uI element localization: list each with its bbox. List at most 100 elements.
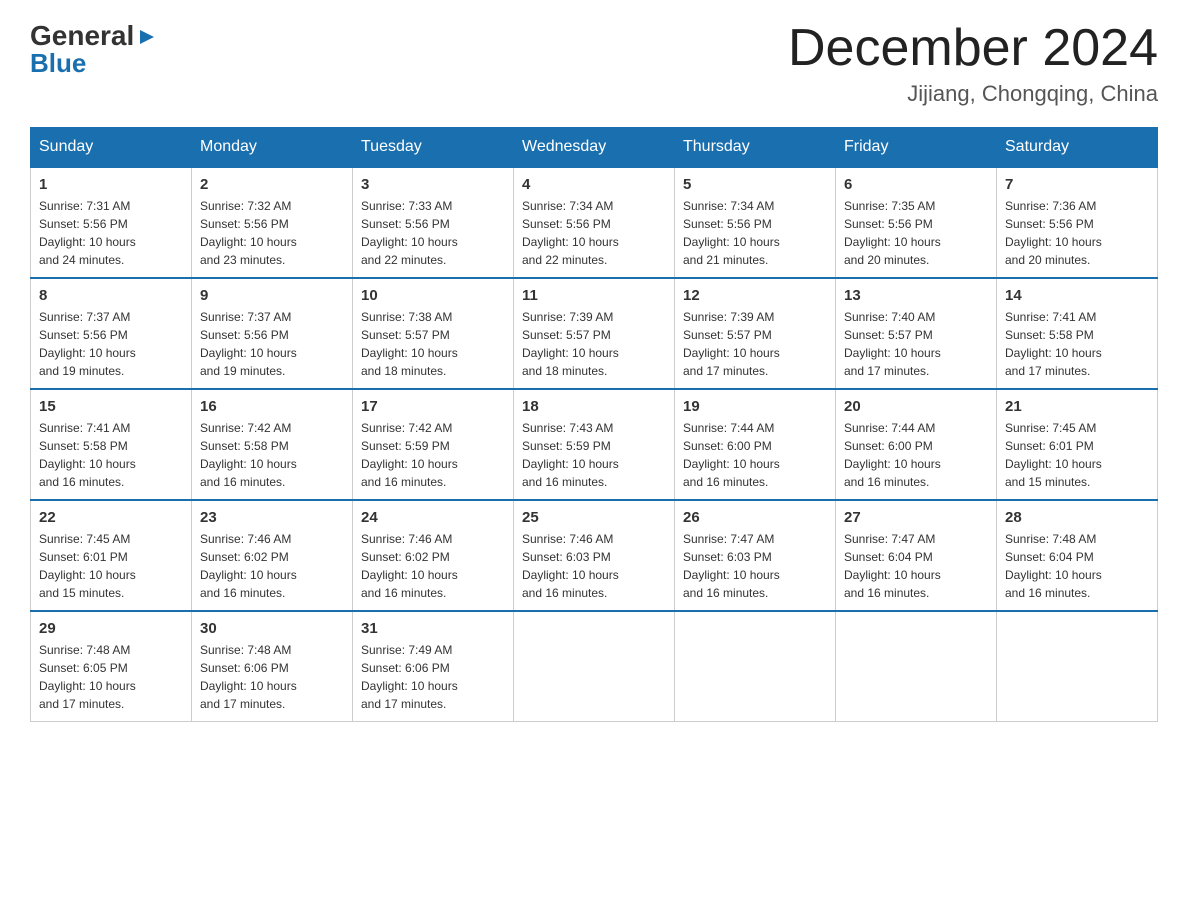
day-number: 29	[39, 620, 183, 637]
day-info: Sunrise: 7:46 AMSunset: 6:02 PMDaylight:…	[200, 532, 297, 600]
day-number: 23	[200, 509, 344, 526]
calendar-cell: 2 Sunrise: 7:32 AMSunset: 5:56 PMDayligh…	[192, 167, 353, 278]
calendar-cell: 18 Sunrise: 7:43 AMSunset: 5:59 PMDaylig…	[514, 389, 675, 500]
col-sunday: Sunday	[31, 128, 192, 168]
day-number: 26	[683, 509, 827, 526]
calendar-cell: 24 Sunrise: 7:46 AMSunset: 6:02 PMDaylig…	[353, 500, 514, 611]
day-info: Sunrise: 7:34 AMSunset: 5:56 PMDaylight:…	[522, 199, 619, 267]
day-number: 7	[1005, 176, 1149, 193]
col-thursday: Thursday	[675, 128, 836, 168]
page-header: General Blue December 2024 Jijiang, Chon…	[30, 20, 1158, 107]
day-info: Sunrise: 7:36 AMSunset: 5:56 PMDaylight:…	[1005, 199, 1102, 267]
calendar-cell	[836, 611, 997, 722]
calendar-cell: 14 Sunrise: 7:41 AMSunset: 5:58 PMDaylig…	[997, 278, 1158, 389]
calendar-cell: 12 Sunrise: 7:39 AMSunset: 5:57 PMDaylig…	[675, 278, 836, 389]
day-number: 5	[683, 176, 827, 193]
day-info: Sunrise: 7:41 AMSunset: 5:58 PMDaylight:…	[39, 421, 136, 489]
day-info: Sunrise: 7:39 AMSunset: 5:57 PMDaylight:…	[683, 310, 780, 378]
calendar-week-3: 15 Sunrise: 7:41 AMSunset: 5:58 PMDaylig…	[31, 389, 1158, 500]
calendar-cell: 7 Sunrise: 7:36 AMSunset: 5:56 PMDayligh…	[997, 167, 1158, 278]
calendar-cell: 4 Sunrise: 7:34 AMSunset: 5:56 PMDayligh…	[514, 167, 675, 278]
day-number: 25	[522, 509, 666, 526]
day-number: 28	[1005, 509, 1149, 526]
calendar-cell: 10 Sunrise: 7:38 AMSunset: 5:57 PMDaylig…	[353, 278, 514, 389]
day-number: 8	[39, 287, 183, 304]
calendar-month-year: December 2024	[788, 20, 1158, 77]
calendar-location: Jijiang, Chongqing, China	[788, 81, 1158, 107]
calendar-cell: 20 Sunrise: 7:44 AMSunset: 6:00 PMDaylig…	[836, 389, 997, 500]
col-monday: Monday	[192, 128, 353, 168]
calendar-cell	[997, 611, 1158, 722]
logo-arrow-icon	[136, 26, 158, 48]
day-number: 6	[844, 176, 988, 193]
day-info: Sunrise: 7:48 AMSunset: 6:06 PMDaylight:…	[200, 643, 297, 711]
calendar-cell: 25 Sunrise: 7:46 AMSunset: 6:03 PMDaylig…	[514, 500, 675, 611]
calendar-cell: 16 Sunrise: 7:42 AMSunset: 5:58 PMDaylig…	[192, 389, 353, 500]
day-info: Sunrise: 7:42 AMSunset: 5:59 PMDaylight:…	[361, 421, 458, 489]
calendar-cell: 30 Sunrise: 7:48 AMSunset: 6:06 PMDaylig…	[192, 611, 353, 722]
day-number: 17	[361, 398, 505, 415]
calendar-cell: 17 Sunrise: 7:42 AMSunset: 5:59 PMDaylig…	[353, 389, 514, 500]
calendar-cell: 21 Sunrise: 7:45 AMSunset: 6:01 PMDaylig…	[997, 389, 1158, 500]
day-number: 4	[522, 176, 666, 193]
calendar-cell: 13 Sunrise: 7:40 AMSunset: 5:57 PMDaylig…	[836, 278, 997, 389]
day-info: Sunrise: 7:37 AMSunset: 5:56 PMDaylight:…	[39, 310, 136, 378]
day-info: Sunrise: 7:44 AMSunset: 6:00 PMDaylight:…	[844, 421, 941, 489]
calendar-week-2: 8 Sunrise: 7:37 AMSunset: 5:56 PMDayligh…	[31, 278, 1158, 389]
col-tuesday: Tuesday	[353, 128, 514, 168]
day-info: Sunrise: 7:37 AMSunset: 5:56 PMDaylight:…	[200, 310, 297, 378]
day-number: 10	[361, 287, 505, 304]
col-wednesday: Wednesday	[514, 128, 675, 168]
calendar-cell: 11 Sunrise: 7:39 AMSunset: 5:57 PMDaylig…	[514, 278, 675, 389]
calendar-cell: 27 Sunrise: 7:47 AMSunset: 6:04 PMDaylig…	[836, 500, 997, 611]
day-number: 12	[683, 287, 827, 304]
calendar-cell	[514, 611, 675, 722]
day-info: Sunrise: 7:41 AMSunset: 5:58 PMDaylight:…	[1005, 310, 1102, 378]
day-info: Sunrise: 7:44 AMSunset: 6:00 PMDaylight:…	[683, 421, 780, 489]
day-number: 19	[683, 398, 827, 415]
day-number: 1	[39, 176, 183, 193]
day-info: Sunrise: 7:43 AMSunset: 5:59 PMDaylight:…	[522, 421, 619, 489]
calendar-cell: 19 Sunrise: 7:44 AMSunset: 6:00 PMDaylig…	[675, 389, 836, 500]
day-number: 14	[1005, 287, 1149, 304]
calendar-cell: 15 Sunrise: 7:41 AMSunset: 5:58 PMDaylig…	[31, 389, 192, 500]
calendar-title-block: December 2024 Jijiang, Chongqing, China	[788, 20, 1158, 107]
calendar-cell: 6 Sunrise: 7:35 AMSunset: 5:56 PMDayligh…	[836, 167, 997, 278]
calendar-week-5: 29 Sunrise: 7:48 AMSunset: 6:05 PMDaylig…	[31, 611, 1158, 722]
calendar-week-4: 22 Sunrise: 7:45 AMSunset: 6:01 PMDaylig…	[31, 500, 1158, 611]
day-info: Sunrise: 7:34 AMSunset: 5:56 PMDaylight:…	[683, 199, 780, 267]
calendar-week-1: 1 Sunrise: 7:31 AMSunset: 5:56 PMDayligh…	[31, 167, 1158, 278]
calendar-header-row: Sunday Monday Tuesday Wednesday Thursday…	[31, 128, 1158, 168]
day-number: 31	[361, 620, 505, 637]
day-info: Sunrise: 7:42 AMSunset: 5:58 PMDaylight:…	[200, 421, 297, 489]
calendar-table: Sunday Monday Tuesday Wednesday Thursday…	[30, 127, 1158, 722]
calendar-cell: 23 Sunrise: 7:46 AMSunset: 6:02 PMDaylig…	[192, 500, 353, 611]
calendar-cell: 28 Sunrise: 7:48 AMSunset: 6:04 PMDaylig…	[997, 500, 1158, 611]
day-info: Sunrise: 7:38 AMSunset: 5:57 PMDaylight:…	[361, 310, 458, 378]
calendar-cell: 26 Sunrise: 7:47 AMSunset: 6:03 PMDaylig…	[675, 500, 836, 611]
day-info: Sunrise: 7:45 AMSunset: 6:01 PMDaylight:…	[1005, 421, 1102, 489]
day-number: 18	[522, 398, 666, 415]
day-number: 2	[200, 176, 344, 193]
calendar-cell: 1 Sunrise: 7:31 AMSunset: 5:56 PMDayligh…	[31, 167, 192, 278]
day-info: Sunrise: 7:47 AMSunset: 6:03 PMDaylight:…	[683, 532, 780, 600]
day-info: Sunrise: 7:46 AMSunset: 6:03 PMDaylight:…	[522, 532, 619, 600]
day-info: Sunrise: 7:32 AMSunset: 5:56 PMDaylight:…	[200, 199, 297, 267]
day-number: 15	[39, 398, 183, 415]
day-info: Sunrise: 7:49 AMSunset: 6:06 PMDaylight:…	[361, 643, 458, 711]
calendar-cell: 31 Sunrise: 7:49 AMSunset: 6:06 PMDaylig…	[353, 611, 514, 722]
col-friday: Friday	[836, 128, 997, 168]
col-saturday: Saturday	[997, 128, 1158, 168]
day-number: 22	[39, 509, 183, 526]
day-number: 21	[1005, 398, 1149, 415]
day-info: Sunrise: 7:39 AMSunset: 5:57 PMDaylight:…	[522, 310, 619, 378]
day-number: 9	[200, 287, 344, 304]
day-number: 20	[844, 398, 988, 415]
day-info: Sunrise: 7:31 AMSunset: 5:56 PMDaylight:…	[39, 199, 136, 267]
day-info: Sunrise: 7:40 AMSunset: 5:57 PMDaylight:…	[844, 310, 941, 378]
day-info: Sunrise: 7:35 AMSunset: 5:56 PMDaylight:…	[844, 199, 941, 267]
day-info: Sunrise: 7:46 AMSunset: 6:02 PMDaylight:…	[361, 532, 458, 600]
calendar-cell: 5 Sunrise: 7:34 AMSunset: 5:56 PMDayligh…	[675, 167, 836, 278]
calendar-cell	[675, 611, 836, 722]
day-info: Sunrise: 7:47 AMSunset: 6:04 PMDaylight:…	[844, 532, 941, 600]
